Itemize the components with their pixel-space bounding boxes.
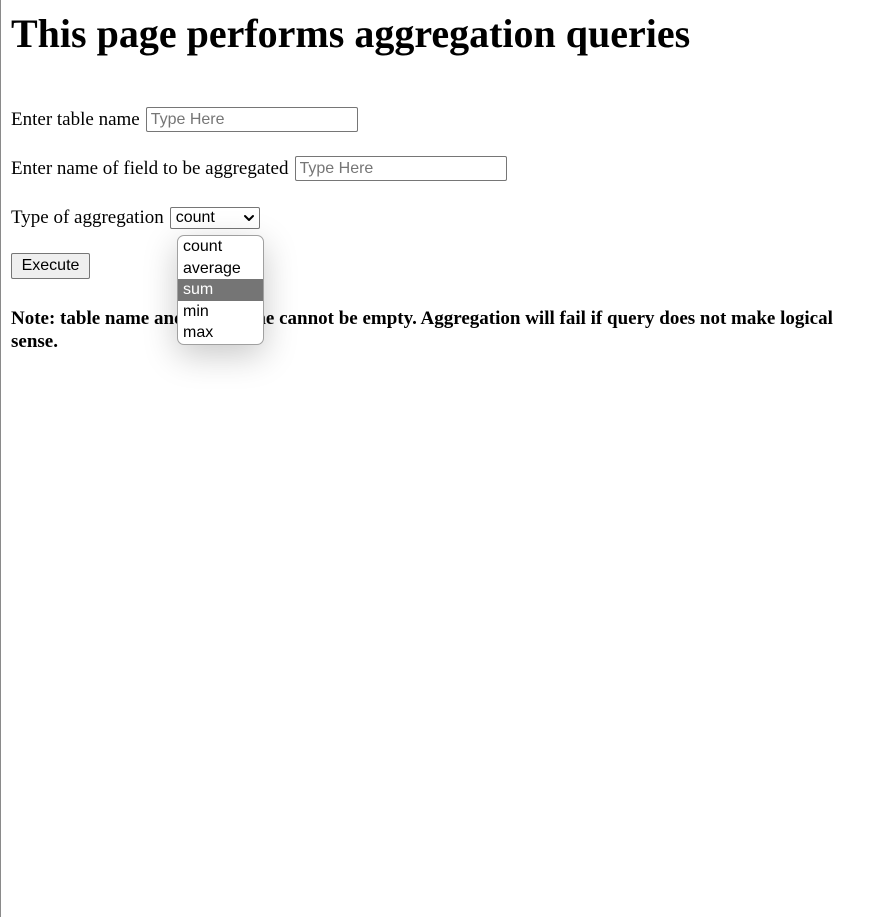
aggregation-label: Type of aggregation bbox=[11, 207, 164, 228]
dropdown-option-max[interactable]: max bbox=[178, 322, 263, 344]
page-heading: This page performs aggregation queries bbox=[11, 11, 691, 56]
dropdown-option-count[interactable]: count bbox=[178, 236, 263, 258]
aggregation-select[interactable]: count bbox=[169, 207, 260, 229]
dropdown-option-sum[interactable]: sum bbox=[178, 279, 263, 301]
aggregation-select-value: count bbox=[175, 209, 215, 226]
table-name-label: Enter table name bbox=[11, 108, 140, 130]
dropdown-option-average[interactable]: average bbox=[178, 258, 263, 280]
chevron-down-icon bbox=[243, 215, 254, 221]
window-left-border bbox=[0, 0, 1, 917]
note-text: Note: table name and field name cannot b… bbox=[11, 308, 833, 352]
field-name-label: Enter name of field to be aggregated bbox=[11, 157, 289, 179]
dropdown-option-min[interactable]: min bbox=[178, 301, 263, 323]
aggregation-row: Type of aggregation count bbox=[11, 206, 260, 230]
execute-button[interactable]: Execute bbox=[11, 253, 90, 279]
aggregation-dropdown-list: count average sum min max bbox=[177, 235, 264, 345]
field-name-row: Enter name of field to be aggregated bbox=[11, 156, 507, 181]
field-name-input[interactable] bbox=[294, 156, 507, 181]
table-name-row: Enter table name bbox=[11, 107, 358, 132]
table-name-input[interactable] bbox=[145, 107, 358, 132]
